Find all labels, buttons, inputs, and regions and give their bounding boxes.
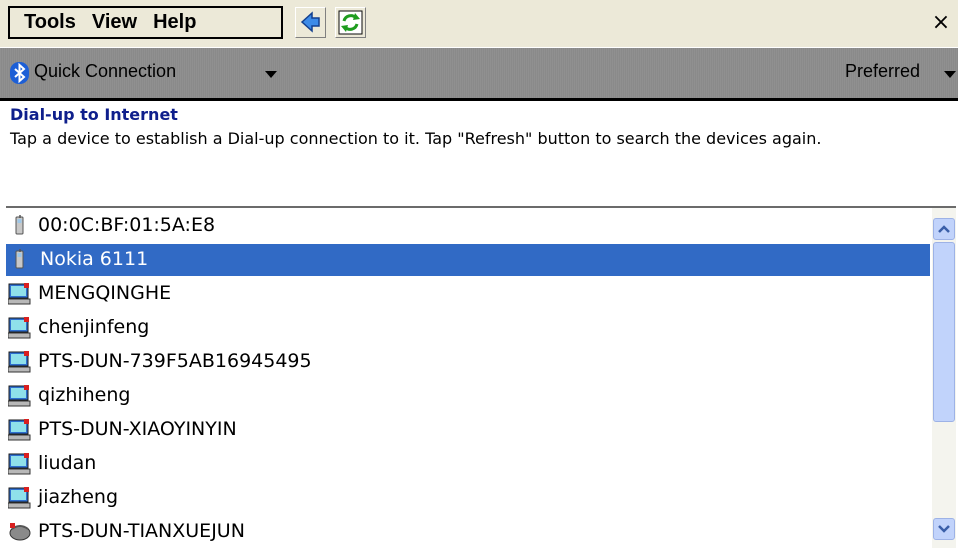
phone-icon (8, 249, 32, 271)
device-name: Nokia 6111 (40, 248, 149, 270)
menu-view[interactable]: View (76, 11, 137, 34)
computer-icon (7, 283, 32, 305)
scroll-down-button[interactable] (933, 518, 955, 540)
device-name: qizhiheng (38, 384, 131, 406)
vertical-scrollbar[interactable] (932, 208, 956, 548)
scroll-up-button[interactable] (933, 218, 955, 240)
device-row[interactable]: qizhiheng (6, 380, 930, 412)
computer-icon (7, 351, 32, 373)
device-row[interactable]: PTS-DUN-XIAOYINYIN (6, 414, 930, 446)
menu-tools[interactable]: Tools (10, 11, 76, 34)
preferred-label[interactable]: Preferred (845, 61, 920, 82)
device-name: PTS-DUN-TIANXUEJUN (38, 520, 245, 542)
computer-icon (7, 385, 32, 407)
device-row[interactable]: Nokia 6111 (6, 244, 930, 276)
device-name: PTS-DUN-XIAOYINYIN (38, 418, 237, 440)
computer-icon (7, 487, 32, 509)
quick-connection-label[interactable]: Quick Connection (34, 61, 176, 82)
device-name: PTS-DUN-739F5AB16945495 (38, 350, 312, 372)
device-name: MENGQINGHE (38, 282, 172, 304)
close-button[interactable]: × (928, 8, 954, 38)
scrollbar-thumb[interactable] (933, 242, 955, 422)
device-row[interactable]: jiazheng (6, 482, 930, 514)
back-button[interactable] (295, 7, 326, 38)
device-row[interactable]: 00:0C:BF:01:5A:E8 (6, 210, 930, 242)
refresh-icon (338, 10, 363, 35)
section-description: Tap a device to establish a Dial-up conn… (10, 129, 822, 148)
connection-header-bar: Quick Connection Preferred (0, 48, 958, 101)
device-name: jiazheng (38, 486, 119, 508)
computer-icon (7, 419, 32, 441)
chevron-down-icon (938, 525, 950, 533)
device-row[interactable]: liudan (6, 448, 930, 480)
device-row[interactable]: chenjinfeng (6, 312, 930, 344)
device-icon (8, 521, 32, 543)
device-row[interactable]: PTS-DUN-739F5AB16945495 (6, 346, 930, 378)
menu-group: Tools View Help (8, 6, 283, 39)
device-list[interactable]: 00:0C:BF:01:5A:E8 Nokia 6111 MENGQINGHE che… (6, 206, 956, 548)
computer-icon (7, 317, 32, 339)
menu-help[interactable]: Help (137, 11, 196, 34)
bluetooth-icon (10, 62, 29, 84)
chevron-down-icon[interactable] (265, 71, 277, 78)
computer-icon (7, 453, 32, 475)
phone-icon (8, 215, 32, 237)
back-arrow-icon (300, 11, 320, 33)
device-name: 00:0C:BF:01:5A:E8 (38, 214, 216, 236)
device-name: liudan (38, 452, 97, 474)
menu-bar: Tools View Help × (0, 0, 958, 47)
refresh-button[interactable] (335, 7, 366, 38)
section-title: Dial-up to Internet (10, 105, 178, 124)
device-row[interactable]: MENGQINGHE (6, 278, 930, 310)
chevron-down-icon[interactable] (944, 71, 956, 78)
chevron-up-icon (938, 225, 950, 233)
device-row[interactable]: PTS-DUN-TIANXUEJUN (6, 516, 930, 548)
device-name: chenjinfeng (38, 316, 150, 338)
